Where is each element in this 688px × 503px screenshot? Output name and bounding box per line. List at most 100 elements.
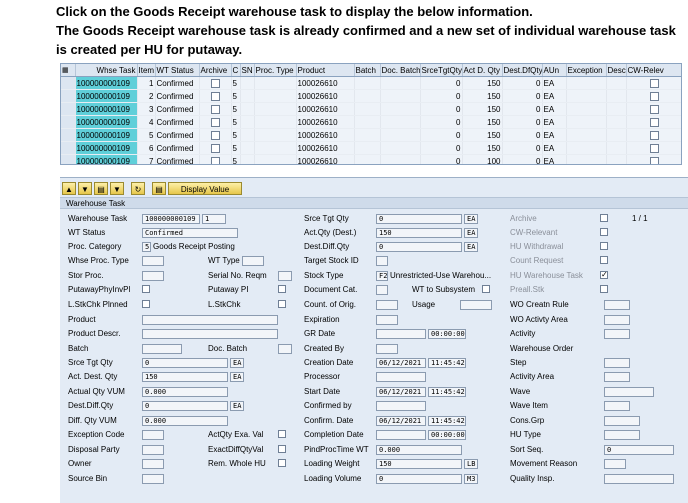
wt-type-field[interactable] xyxy=(242,256,264,266)
rem-whole-hu-checkbox[interactable] xyxy=(278,459,286,467)
col-header[interactable]: AUn xyxy=(542,64,567,77)
creation-date-field[interactable]: 06/12/2021 xyxy=(376,358,426,368)
col-header[interactable]: Item xyxy=(137,64,156,77)
sn-cell[interactable] xyxy=(240,76,255,90)
whse-proc-type-field[interactable] xyxy=(142,256,164,266)
exception-cell[interactable] xyxy=(566,89,607,103)
status-cell[interactable]: Confirmed xyxy=(155,76,200,90)
row-selector[interactable] xyxy=(61,89,76,103)
serial-no-reqm-field[interactable] xyxy=(278,271,292,281)
table-row[interactable]: 100000000109 3 Confirmed 5 100026610 0 150 0 EA xyxy=(61,102,681,116)
archive-checkbox[interactable] xyxy=(199,141,232,155)
batch-cell[interactable] xyxy=(354,154,381,164)
col-header[interactable]: Act D. Qty xyxy=(462,64,503,77)
aun-cell[interactable]: EA xyxy=(542,76,567,90)
display-icon[interactable]: ▤ xyxy=(152,181,166,195)
product-cell[interactable]: 100026610 xyxy=(296,89,355,103)
desc-cell[interactable] xyxy=(606,89,627,103)
desc-cell[interactable] xyxy=(606,102,627,116)
quality-insp-field[interactable] xyxy=(604,474,674,484)
doc-batch-cell[interactable] xyxy=(380,115,421,129)
desc-cell[interactable] xyxy=(606,115,627,129)
cw-relev-checkbox[interactable] xyxy=(626,76,681,90)
hu-type-field[interactable] xyxy=(604,430,640,440)
completion-time-field[interactable]: 00:00:00 xyxy=(428,430,466,440)
col-header[interactable]: CW-Relev xyxy=(626,64,681,77)
c-cell[interactable]: 5 xyxy=(231,76,241,90)
warehouse-task-item-field[interactable]: 1 xyxy=(202,214,226,224)
exception-cell[interactable] xyxy=(566,154,607,164)
checkbox[interactable] xyxy=(650,117,659,127)
whse-task-cell[interactable]: 100000000109 xyxy=(75,128,138,142)
srce-tgt-qty-m-field[interactable]: 0 xyxy=(376,214,462,224)
desc-cell[interactable] xyxy=(606,128,627,142)
whse-task-cell[interactable]: 100000000109 xyxy=(75,141,138,155)
sn-cell[interactable] xyxy=(240,89,255,103)
loading-volume-field[interactable]: 0 xyxy=(376,474,462,484)
archive-checkbox[interactable] xyxy=(600,214,608,222)
completion-date-field[interactable] xyxy=(376,430,426,440)
checkbox[interactable] xyxy=(210,156,220,164)
archive-checkbox[interactable] xyxy=(199,102,232,116)
srce-tgt-qty-cell[interactable]: 0 xyxy=(420,141,463,155)
status-cell[interactable]: Confirmed xyxy=(155,128,200,142)
pindprocime-wt-field[interactable]: 0.000 xyxy=(376,445,462,455)
wave-field[interactable] xyxy=(604,387,654,397)
product-cell[interactable]: 100026610 xyxy=(296,141,355,155)
sn-cell[interactable] xyxy=(240,128,255,142)
count-request-checkbox[interactable] xyxy=(600,256,608,264)
dest-diff-qty-field[interactable]: 0 xyxy=(142,401,228,411)
cw-relevant-checkbox[interactable] xyxy=(600,228,608,236)
aun-cell[interactable]: EA xyxy=(542,154,567,164)
doc-batch-cell[interactable] xyxy=(380,76,421,90)
row-selector[interactable] xyxy=(61,115,76,129)
table-row[interactable]: 100000000109 7 Confirmed 5 100026610 0 100 0 EA xyxy=(61,154,681,164)
exception-cell[interactable] xyxy=(566,115,607,129)
proc-type-cell[interactable] xyxy=(254,89,297,103)
start-time-field[interactable]: 11:45:42 xyxy=(428,387,466,397)
batch-cell[interactable] xyxy=(354,102,381,116)
loading-volume-unit[interactable]: M3 xyxy=(464,474,478,484)
proc-type-cell[interactable] xyxy=(254,102,297,116)
row-selector[interactable] xyxy=(61,76,76,90)
wave-item-field[interactable] xyxy=(604,401,630,411)
checkbox[interactable] xyxy=(650,143,659,153)
desc-cell[interactable] xyxy=(606,154,627,164)
doc-batch-cell[interactable] xyxy=(380,102,421,116)
checkbox[interactable] xyxy=(210,91,220,101)
cw-relev-checkbox[interactable] xyxy=(626,115,681,129)
proc-type-cell[interactable] xyxy=(254,141,297,155)
doc-batch-cell[interactable] xyxy=(380,128,421,142)
dest-df-qty-cell[interactable]: 0 xyxy=(502,154,543,164)
srce-tgt-qty-cell[interactable]: 0 xyxy=(420,102,463,116)
act-dest-qty-cell[interactable]: 150 xyxy=(462,76,503,90)
putaway-pi-checkbox[interactable] xyxy=(278,285,286,293)
act-dest-qty-cell[interactable]: 150 xyxy=(462,102,503,116)
col-header[interactable]: Proc. Type xyxy=(254,64,297,77)
display-value-button[interactable]: Display Value xyxy=(168,181,242,195)
table-row[interactable]: 100000000109 2 Confirmed 5 100026610 0 150 0 EA xyxy=(61,89,681,103)
srce-tgt-qty-cell[interactable]: 0 xyxy=(420,115,463,129)
dest-df-qty-cell[interactable]: 0 xyxy=(502,76,543,90)
proc-category-code-field[interactable]: 5 xyxy=(142,242,151,252)
act-dest-qty-cell[interactable]: 100 xyxy=(462,154,503,164)
col-header[interactable]: SrceTgtQty xyxy=(420,64,463,77)
item-cell[interactable]: 7 xyxy=(137,154,156,164)
source-bin-field[interactable] xyxy=(142,474,164,484)
stor-proc-field[interactable] xyxy=(142,271,164,281)
target-stock-id-field[interactable] xyxy=(376,256,388,266)
archive-checkbox[interactable] xyxy=(199,76,232,90)
batch-cell[interactable] xyxy=(354,89,381,103)
srce-tgt-qty-unit[interactable]: EA xyxy=(230,358,244,368)
act-dest-qty-cell[interactable]: 150 xyxy=(462,89,503,103)
act-dest-qty-cell[interactable]: 150 xyxy=(462,128,503,142)
act-dest-qty-cell[interactable]: 150 xyxy=(462,141,503,155)
dest-diff-qty-m-unit[interactable]: EA xyxy=(464,242,478,252)
wo-activty-area-field[interactable] xyxy=(604,315,630,325)
batch-field[interactable] xyxy=(142,344,182,354)
proc-type-cell[interactable] xyxy=(254,76,297,90)
cons-grp-field[interactable] xyxy=(604,416,640,426)
item-cell[interactable]: 2 xyxy=(137,89,156,103)
c-cell[interactable]: 5 xyxy=(231,154,241,164)
created-by-field[interactable] xyxy=(376,344,398,354)
